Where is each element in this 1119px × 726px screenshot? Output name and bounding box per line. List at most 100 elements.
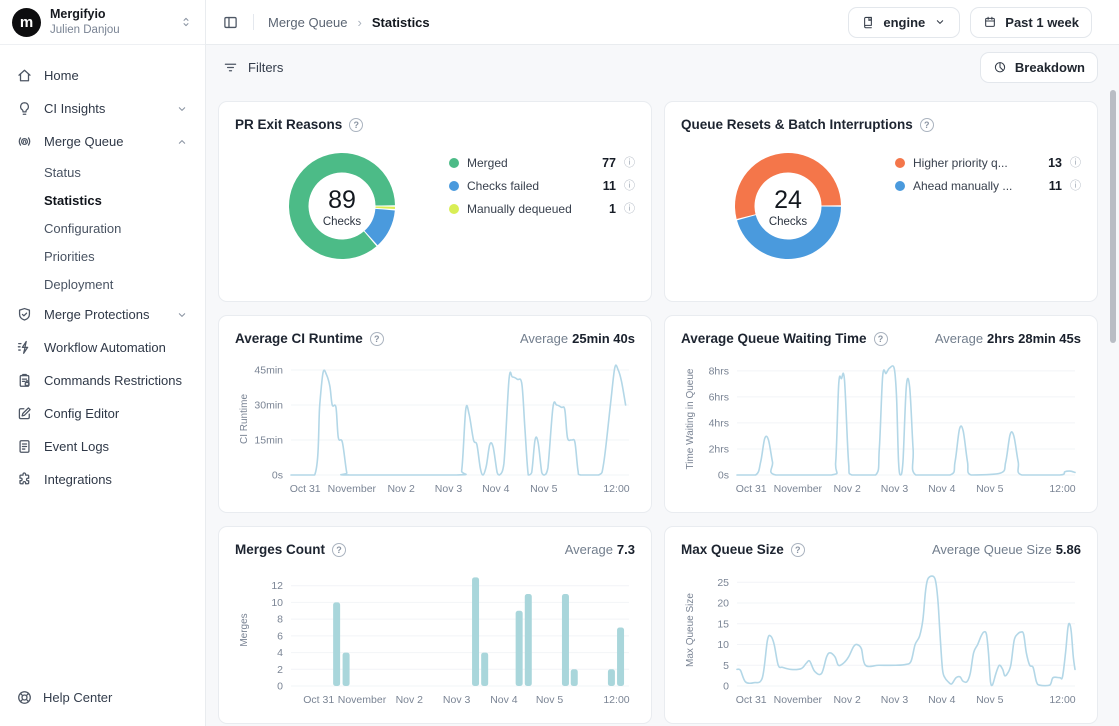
divider (253, 14, 254, 30)
svg-text:Time Waiting in Queue: Time Waiting in Queue (685, 368, 696, 469)
sidebar-item-statistics[interactable]: Statistics (10, 186, 195, 214)
breadcrumb-merge-queue[interactable]: Merge Queue (268, 15, 348, 30)
svg-text:0: 0 (277, 681, 283, 693)
sidebar-item-home[interactable]: Home (10, 59, 195, 92)
svg-text:45min: 45min (254, 365, 283, 377)
scrollbar[interactable] (1110, 90, 1116, 343)
chart-average-prefix: Average (935, 331, 983, 346)
chart-average: Average2hrs 28min 45s (935, 331, 1081, 346)
sidebar-item-label: Config Editor (44, 406, 189, 421)
help-icon[interactable]: ? (370, 332, 384, 346)
help-center-label: Help Center (43, 690, 112, 705)
svg-text:10: 10 (271, 597, 283, 609)
help-icon[interactable]: ? (349, 118, 363, 132)
chart-card-average-ci-runtime: Average CI Runtime?Average25min 40s0s15m… (218, 315, 652, 513)
sidebar-item-integrations[interactable]: Integrations (10, 463, 195, 496)
info-icon[interactable]: ⓘ (624, 181, 635, 192)
line-chart: 0s15min30min45minOct 31NovemberNov 2Nov … (235, 351, 637, 503)
svg-text:25: 25 (717, 577, 729, 589)
chart-card-header: Queue Resets & Batch Interruptions? (681, 115, 1081, 134)
svg-text:November: November (774, 483, 823, 495)
filter-icon (222, 59, 239, 76)
chevron-down-icon[interactable] (175, 102, 189, 116)
sidebar-toggle-icon[interactable] (222, 14, 239, 31)
svg-text:Nov 4: Nov 4 (490, 694, 518, 706)
sidebar-item-config-editor[interactable]: Config Editor (10, 397, 195, 430)
help-icon[interactable]: ? (874, 332, 888, 346)
sidebar-item-event-logs[interactable]: Event Logs (10, 430, 195, 463)
svg-text:Nov 2: Nov 2 (387, 483, 415, 495)
book-icon (861, 15, 875, 29)
donut-wrap: 24Checks (681, 144, 895, 262)
help-icon[interactable]: ? (332, 543, 346, 557)
chart-title: Max Queue Size (681, 542, 784, 557)
help-icon[interactable]: ? (920, 118, 934, 132)
info-icon[interactable]: ⓘ (1070, 181, 1081, 192)
sidebar-item-workflow-automation[interactable]: Workflow Automation (10, 331, 195, 364)
svg-text:Nov 2: Nov 2 (833, 483, 861, 495)
chevron-up-icon[interactable] (175, 135, 189, 149)
help-icon[interactable]: ? (791, 543, 805, 557)
svg-text:30min: 30min (254, 400, 283, 412)
breakdown-button[interactable]: Breakdown (980, 52, 1098, 83)
legend-value: 11 (1049, 179, 1062, 193)
sidebar-item-label: Workflow Automation (44, 340, 189, 355)
org-user: Julien Danjou (50, 23, 170, 37)
svg-text:5: 5 (723, 660, 729, 672)
calendar-icon (983, 15, 997, 29)
svg-text:0: 0 (723, 681, 729, 693)
chart-average-value: 25min 40s (572, 331, 635, 346)
chart-title: Average Queue Waiting Time (681, 331, 867, 346)
svg-text:Nov 5: Nov 5 (976, 483, 1004, 495)
svg-text:Oct 31: Oct 31 (290, 483, 321, 495)
svg-text:12: 12 (271, 580, 283, 592)
date-range-label: Past 1 week (1005, 15, 1079, 30)
sidebar-item-merge-protections[interactable]: Merge Protections (10, 298, 195, 331)
engine-select-label: engine (883, 15, 925, 30)
chart-average-prefix: Average Queue Size (932, 542, 1052, 557)
legend-dot (449, 204, 459, 214)
svg-text:15min: 15min (254, 435, 283, 447)
sidebar-item-ci-insights[interactable]: CI Insights (10, 92, 195, 125)
org-updown-chevron-icon[interactable] (179, 15, 193, 29)
svg-text:20: 20 (717, 598, 729, 610)
line-chart: 0510152025Oct 31NovemberNov 2Nov 3Nov 4N… (681, 562, 1083, 714)
legend-label: Manually dequeued (467, 202, 601, 216)
chart-average: Average25min 40s (520, 331, 635, 346)
chart-legend: Merged77ⓘChecks failed11ⓘManually dequeu… (449, 144, 635, 225)
filters-button[interactable]: Filters (222, 59, 283, 76)
sidebar-item-priorities[interactable]: Priorities (10, 242, 195, 270)
chart-card-queue-resets-batch-interruptions: Queue Resets & Batch Interruptions? 24Che… (664, 101, 1098, 302)
sidebar-item-commands-restrictions[interactable]: Commands Restrictions (10, 364, 195, 397)
help-center-link[interactable]: Help Center (0, 675, 205, 726)
svg-text:12:00: 12:00 (1049, 694, 1075, 706)
engine-select[interactable]: engine (848, 7, 960, 38)
bulb-icon (16, 100, 33, 117)
sidebar-item-status[interactable]: Status (10, 158, 195, 186)
chevron-down-icon[interactable] (175, 308, 189, 322)
svg-text:10: 10 (717, 639, 729, 651)
info-icon[interactable]: ⓘ (624, 204, 635, 215)
sidebar-item-label: Integrations (44, 472, 189, 487)
org-switcher[interactable]: m Mergifyio Julien Danjou (0, 0, 205, 45)
svg-text:Checks: Checks (323, 216, 362, 228)
breadcrumb-statistics: Statistics (372, 15, 430, 30)
chart-average-prefix: Average (565, 542, 613, 557)
donut-body: 89 Checks Merged77ⓘChecks failed11ⓘManuall… (235, 144, 635, 262)
shield-icon (16, 306, 33, 323)
info-icon[interactable]: ⓘ (624, 158, 635, 169)
charts-grid: PR Exit Reasons?89ChecksMerged77ⓘChecks … (206, 89, 1119, 726)
svg-text:Nov 3: Nov 3 (881, 483, 909, 495)
sidebar-nav: HomeCI InsightsMerge QueueStatusStatisti… (0, 45, 205, 675)
sidebar-item-deployment[interactable]: Deployment (10, 270, 195, 298)
sidebar-item-merge-queue[interactable]: Merge Queue (10, 125, 195, 158)
legend-item: Merged77ⓘ (449, 156, 635, 170)
chart-title: Average CI Runtime (235, 331, 363, 346)
info-icon[interactable]: ⓘ (1070, 158, 1081, 169)
chart-card-max-queue-size: Max Queue Size?Average Queue Size5.86051… (664, 526, 1098, 724)
lifebuoy-icon (16, 689, 33, 706)
date-range-button[interactable]: Past 1 week (970, 7, 1092, 38)
sidebar-item-configuration[interactable]: Configuration (10, 214, 195, 242)
legend-item: Higher priority q...13ⓘ (895, 156, 1081, 170)
svg-text:89: 89 (328, 186, 356, 214)
